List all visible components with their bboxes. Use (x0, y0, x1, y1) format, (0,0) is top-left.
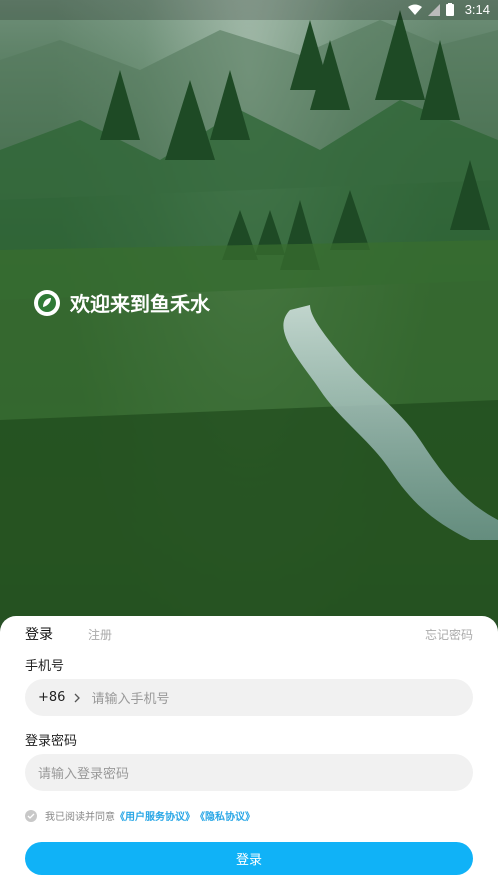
app-logo (34, 289, 60, 316)
password-input[interactable]: 请输入登录密码 (38, 763, 129, 782)
tab-login[interactable]: 登录 (25, 624, 53, 644)
status-bar: 3:14 (0, 0, 498, 20)
wifi-icon (408, 4, 422, 15)
tab-register[interactable]: 注册 (88, 626, 112, 643)
password-label: 登录密码 (25, 734, 78, 749)
password-field[interactable]: 请输入登录密码 (25, 754, 473, 791)
chevron-right-icon (74, 693, 81, 702)
user-agreement-link[interactable]: 《用户服务协议》 (115, 808, 195, 823)
signal-icon (428, 3, 440, 16)
agreement-checkbox[interactable] (25, 809, 37, 822)
welcome-title: 欢迎来到鱼禾水 (70, 292, 210, 316)
privacy-link[interactable]: 《隐私协议》 (195, 808, 255, 823)
forgot-password-link[interactable]: 忘记密码 (425, 626, 473, 643)
login-button[interactable]: 登录 (25, 842, 473, 875)
phone-input[interactable]: 请输入手机号 (91, 688, 169, 707)
agreement-text: 我已阅读并同意 (45, 812, 115, 823)
battery-icon (446, 3, 454, 16)
phone-field[interactable]: +86 请输入手机号 (25, 679, 473, 716)
check-icon (27, 813, 35, 819)
leaf-icon (38, 293, 56, 312)
status-icons (408, 3, 454, 16)
agreement-row: 我已阅读并同意 《用户服务协议》 《隐私协议》 (25, 808, 255, 823)
status-time: 3:14 (464, 2, 490, 17)
phone-label: 手机号 (25, 659, 65, 674)
welcome-banner: 欢迎来到鱼禾水 (34, 288, 210, 317)
country-code[interactable]: +86 (38, 690, 65, 705)
login-panel: 登录 注册 忘记密码 手机号 +86 请输入手机号 登录密码 请输入登录密码 我… (0, 616, 498, 887)
